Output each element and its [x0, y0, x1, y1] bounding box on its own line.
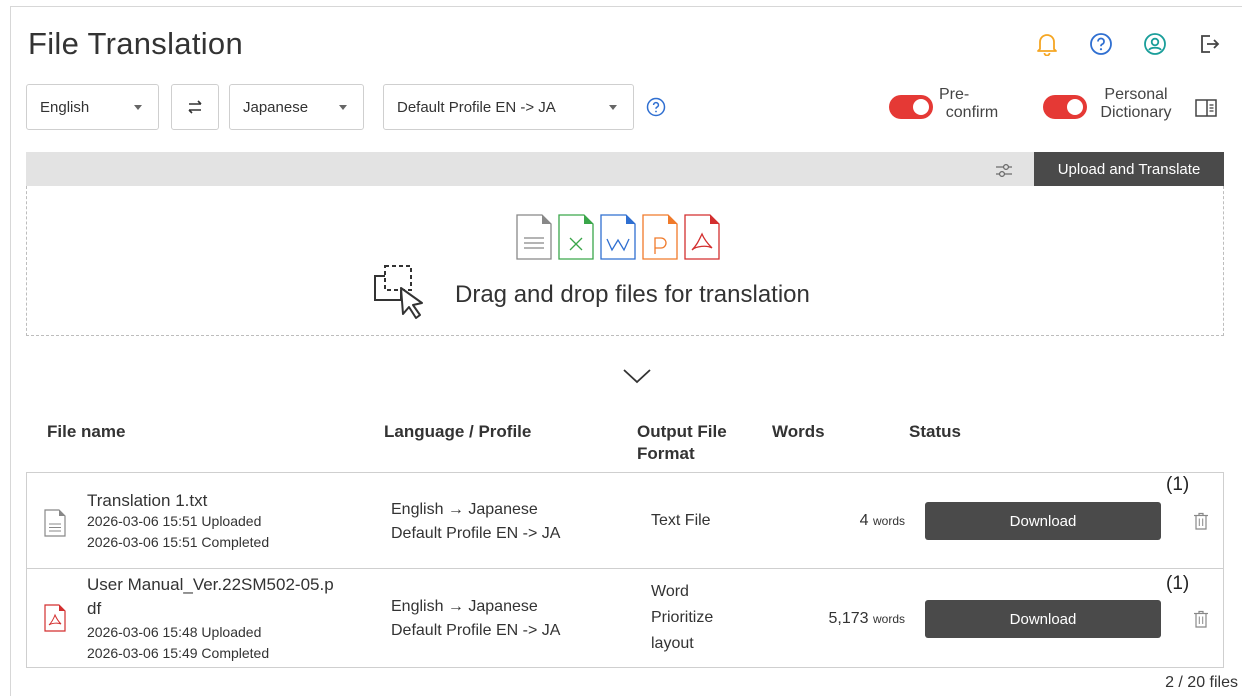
side-panel-icon[interactable]	[1195, 99, 1217, 117]
file-name: Translation 1.txt	[87, 491, 208, 510]
source-language-select[interactable]: English	[26, 84, 159, 130]
word-count: 5,173 words	[828, 610, 905, 628]
download-button[interactable]: Download	[925, 502, 1161, 540]
page-title: File Translation	[28, 26, 244, 61]
user-icon[interactable]	[1141, 30, 1169, 58]
output-format-option: Prioritize	[651, 609, 714, 626]
word-file-icon	[600, 214, 636, 260]
header-icons	[1033, 30, 1223, 58]
uploaded-time: 2026-03-06 15:51 Uploaded	[87, 513, 262, 529]
file-dropzone[interactable]: Drag and drop files for translation	[26, 186, 1224, 336]
powerpoint-file-icon	[642, 214, 678, 260]
file-count-pager: 2 / 20 files	[1165, 674, 1238, 691]
table-row: Translation 1.txt 2026-03-06 15:51 Uploa…	[27, 473, 1223, 569]
help-icon[interactable]	[1087, 30, 1115, 58]
preconfirm-label-line2: confirm	[945, 104, 999, 121]
logout-icon[interactable]	[1195, 30, 1223, 58]
download-button[interactable]: Download	[925, 600, 1161, 638]
upload-toolbar: Upload and Translate	[26, 152, 1224, 186]
profile-name: Default Profile EN -> JA	[391, 525, 561, 542]
upload-and-translate-button[interactable]: Upload and Translate	[1034, 152, 1224, 186]
bell-icon[interactable]	[1033, 30, 1061, 58]
chevron-down-icon	[339, 105, 347, 110]
preconfirm-label-line1: Pre-	[939, 86, 970, 103]
preconfirm-label: Pre- confirm	[937, 86, 1007, 122]
word-count-unit: words	[872, 514, 905, 528]
personal-dictionary-label: Personal Dictionary	[1090, 86, 1182, 122]
language-pair: English → Japanese	[391, 598, 538, 615]
supported-file-types	[516, 214, 720, 260]
table-row: User Manual_Ver.22SM502-05.p df 2026-03-…	[27, 569, 1223, 667]
source-language-value: English	[40, 98, 90, 116]
download-count: (1)	[1166, 573, 1190, 594]
header-output-format: Output File Format	[637, 421, 727, 465]
personal-dictionary-label-line1: Personal	[1104, 86, 1168, 103]
profile-name: Default Profile EN -> JA	[391, 622, 561, 639]
output-format: Word	[651, 583, 689, 600]
swap-icon	[188, 100, 202, 114]
profile-value: Default Profile EN -> JA	[397, 98, 556, 116]
word-count-unit: words	[872, 612, 905, 626]
output-format: Text File	[651, 512, 711, 529]
profile-help-icon[interactable]	[646, 97, 666, 117]
files-table: Translation 1.txt 2026-03-06 15:51 Uploa…	[26, 472, 1224, 668]
uploaded-time: 2026-03-06 15:48 Uploaded	[87, 624, 262, 640]
word-count: 4 words	[860, 512, 905, 530]
language-pair: English → Japanese	[391, 501, 538, 518]
target-language-value: Japanese	[243, 98, 309, 116]
output-format-option-continued: layout	[651, 635, 694, 652]
trash-icon[interactable]	[1193, 610, 1209, 628]
header-language-profile: Language / Profile	[384, 422, 532, 441]
completed-time: 2026-03-06 15:51 Completed	[87, 534, 270, 550]
swap-languages-button[interactable]	[171, 84, 219, 130]
target-language-select[interactable]: Japanese	[229, 84, 364, 130]
chevron-down-icon	[134, 105, 142, 110]
word-count-value: 5,173	[828, 610, 869, 627]
file-name-continued: df	[87, 599, 102, 618]
chevron-down-icon	[609, 105, 617, 110]
pdf-file-icon	[44, 604, 66, 632]
header-output-format-line2: Format	[637, 444, 695, 463]
header-words: Words	[772, 422, 825, 441]
header-status: Status	[909, 422, 961, 441]
header-output-format-line1: Output File	[637, 422, 727, 441]
preconfirm-toggle[interactable]	[889, 95, 933, 119]
file-name: User Manual_Ver.22SM502-05.p	[87, 575, 334, 594]
text-file-icon	[44, 509, 66, 537]
sliders-icon[interactable]	[994, 160, 1014, 180]
excel-file-icon	[558, 214, 594, 260]
download-count: (1)	[1166, 474, 1190, 495]
dropzone-text: Drag and drop files for translation	[455, 281, 810, 308]
personal-dictionary-toggle[interactable]	[1043, 95, 1087, 119]
text-file-icon	[516, 214, 552, 260]
word-count-value: 4	[859, 512, 869, 529]
profile-select[interactable]: Default Profile EN -> JA	[383, 84, 634, 130]
chevron-down-icon[interactable]	[621, 366, 653, 386]
completed-time: 2026-03-06 15:49 Completed	[87, 645, 270, 661]
drag-drop-icon	[374, 265, 423, 319]
pdf-file-icon	[684, 214, 720, 260]
header-file-name: File name	[47, 422, 126, 441]
trash-icon[interactable]	[1193, 512, 1209, 530]
personal-dictionary-label-line2: Dictionary	[1100, 104, 1172, 121]
